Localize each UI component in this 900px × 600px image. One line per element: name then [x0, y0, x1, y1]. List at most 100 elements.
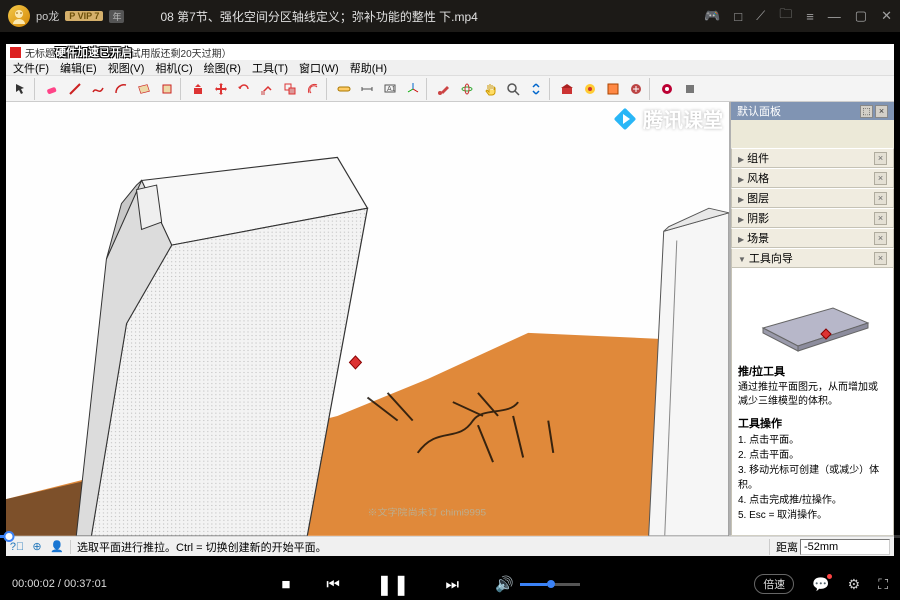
default-tray: 默认面板 ⬚× ▶组件× ▶风格× ▶图层× ▶阴影× ▶场景× ▼工具向导× — [729, 102, 894, 536]
tencent-play-icon — [615, 107, 639, 131]
vcb-label: 距离 — [769, 539, 798, 555]
ext-manager-icon[interactable] — [625, 78, 647, 100]
text-tool-icon[interactable]: A1 — [379, 78, 401, 100]
vip-badge: P VIP 7 — [65, 11, 103, 21]
panel-close-icon[interactable]: × — [874, 172, 887, 185]
prev-button[interactable]: ⏮ — [326, 576, 340, 593]
instructor-tool-title: 推/拉工具 — [738, 363, 887, 379]
status-help-icon[interactable]: ?⃝ — [10, 540, 24, 554]
offset-tool-icon[interactable] — [302, 78, 324, 100]
volume-icon[interactable]: 🔊 — [495, 575, 514, 593]
username: po龙 — [36, 8, 59, 24]
settings-icon[interactable]: ⚙ — [848, 576, 861, 593]
menu-icon[interactable]: ≡ — [806, 9, 814, 24]
scale-tool-icon[interactable] — [279, 78, 301, 100]
plugin-a-icon[interactable] — [656, 78, 678, 100]
menu-tools[interactable]: 工具(T) — [247, 60, 293, 76]
progress-track[interactable] — [0, 535, 900, 538]
volume-track[interactable] — [520, 583, 580, 586]
menu-window[interactable]: 窗口(W) — [294, 60, 344, 76]
viewport-watermark: ※文字院尚未订 chimi9995 — [368, 507, 487, 518]
fullscreen-icon[interactable]: ⛶ — [878, 576, 888, 593]
panel-close-icon[interactable]: × — [874, 232, 887, 245]
pan-tool-icon[interactable] — [479, 78, 501, 100]
tencent-class-watermark: 腾讯课堂 — [615, 104, 723, 133]
move-tool-icon[interactable] — [210, 78, 232, 100]
dimension-tool-icon[interactable] — [356, 78, 378, 100]
pin-icon[interactable]: ⟋ — [756, 8, 765, 24]
user-avatar[interactable] — [8, 5, 30, 27]
folder-icon[interactable]: 🗀 — [779, 5, 792, 27]
su-window-title: 无标题 硬件加速已开启 硬件加速已开启 试用版还剩20天过期） — [25, 45, 232, 60]
instructor-illustration — [748, 278, 878, 353]
video-area: 无标题 硬件加速已开启 硬件加速已开启 试用版还剩20天过期） 文件(F) 编辑… — [0, 32, 900, 568]
zoom-tool-icon[interactable] — [502, 78, 524, 100]
maximize-icon[interactable]: ▢ — [855, 8, 867, 24]
volume-control[interactable]: 🔊 — [495, 575, 580, 593]
menu-draw[interactable]: 绘图(R) — [199, 60, 246, 76]
rect-tool-icon[interactable] — [133, 78, 155, 100]
freehand-tool-icon[interactable] — [87, 78, 109, 100]
axes-tool-icon[interactable] — [402, 78, 424, 100]
panel-close-icon[interactable]: × — [874, 212, 887, 225]
orbit-tool-icon[interactable] — [456, 78, 478, 100]
mini-window-icon[interactable]: □ — [734, 9, 742, 24]
followme-tool-icon[interactable] — [256, 78, 278, 100]
layout-icon[interactable] — [602, 78, 624, 100]
instructor-tool-desc: 通过推拉平面图元，从而增加或减少三维模型的体积。 — [738, 381, 887, 409]
panel-components[interactable]: ▶组件× — [731, 148, 894, 168]
su-viewport[interactable]: ※文字院尚未订 chimi9995 腾讯课堂 — [6, 102, 729, 536]
panel-close-icon[interactable]: × — [874, 152, 887, 165]
progress-knob[interactable] — [4, 531, 15, 542]
eraser-tool-icon[interactable] — [41, 78, 63, 100]
video-frame: 无标题 硬件加速已开启 硬件加速已开启 试用版还剩20天过期） 文件(F) 编辑… — [6, 44, 894, 556]
select-tool-icon[interactable] — [10, 78, 32, 100]
time-display: 00:00:02 / 00:37:01 — [12, 578, 107, 590]
menu-view[interactable]: 视图(V) — [103, 60, 150, 76]
panel-shadows[interactable]: ▶阴影× — [731, 208, 894, 228]
panel-scenes[interactable]: ▶场景× — [731, 228, 894, 248]
menu-edit[interactable]: 编辑(E) — [55, 60, 102, 76]
status-hint: 选取平面进行推拉。Ctrl = 切换创建新的开始平面。 — [77, 539, 327, 555]
panel-close-icon[interactable]: × — [874, 192, 887, 205]
tray-pin-icon[interactable]: ⬚ — [860, 105, 873, 118]
close-icon[interactable]: ✕ — [881, 8, 892, 24]
menu-file[interactable]: 文件(F) — [8, 60, 54, 76]
svg-text:A1: A1 — [387, 86, 396, 93]
rotate-tool-icon[interactable] — [233, 78, 255, 100]
plugin-b-icon[interactable] — [679, 78, 701, 100]
rotrect-tool-icon[interactable] — [156, 78, 178, 100]
tape-tool-icon[interactable] — [333, 78, 355, 100]
zoom-extents-icon[interactable] — [525, 78, 547, 100]
gamepad-icon[interactable]: 🎮 — [704, 8, 720, 24]
arc-tool-icon[interactable] — [110, 78, 132, 100]
extensions-icon[interactable] — [579, 78, 601, 100]
status-user-icon[interactable]: 👤 — [50, 540, 64, 554]
instructor-content: 推/拉工具 通过推拉平面图元，从而增加或减少三维模型的体积。 工具操作 1. 点… — [731, 268, 894, 536]
player-controls: 00:00:02 / 00:37:01 ■ ⏮ ❚❚ ⏭ 🔊 倍速 💬 ⚙ ⛶ — [0, 568, 900, 600]
status-geo-icon[interactable]: ⊕ — [30, 540, 44, 554]
paint-tool-icon[interactable] — [433, 78, 455, 100]
minimize-icon[interactable]: — — [828, 9, 841, 24]
pause-button[interactable]: ❚❚ — [376, 572, 410, 597]
speed-button[interactable]: 倍速 — [754, 574, 794, 594]
model-view-svg: ※文字院尚未订 chimi9995 — [6, 102, 729, 536]
menu-camera[interactable]: 相机(C) — [150, 60, 197, 76]
su-menubar: 文件(F) 编辑(E) 视图(V) 相机(C) 绘图(R) 工具(T) 窗口(W… — [6, 60, 894, 76]
su-statusbar: ?⃝ ⊕ 👤 选取平面进行推拉。Ctrl = 切换创建新的开始平面。 距离 — [6, 536, 894, 556]
vcb-input[interactable] — [800, 539, 890, 555]
panel-close-icon[interactable]: × — [874, 252, 887, 265]
su-titlebar: 无标题 硬件加速已开启 硬件加速已开启 试用版还剩20天过期） — [6, 44, 894, 60]
pushpull-tool-icon[interactable] — [187, 78, 209, 100]
panel-instructor[interactable]: ▼工具向导× — [731, 248, 894, 268]
subtitle-icon[interactable]: 💬 — [812, 576, 829, 593]
tray-close-icon[interactable]: × — [875, 105, 888, 118]
menu-help[interactable]: 帮助(H) — [345, 60, 392, 76]
line-tool-icon[interactable] — [64, 78, 86, 100]
panel-layers[interactable]: ▶图层× — [731, 188, 894, 208]
tray-header[interactable]: 默认面板 ⬚× — [731, 102, 894, 120]
stop-button[interactable]: ■ — [281, 576, 290, 593]
warehouse-icon[interactable] — [556, 78, 578, 100]
next-button[interactable]: ⏭ — [445, 576, 459, 593]
panel-styles[interactable]: ▶风格× — [731, 168, 894, 188]
